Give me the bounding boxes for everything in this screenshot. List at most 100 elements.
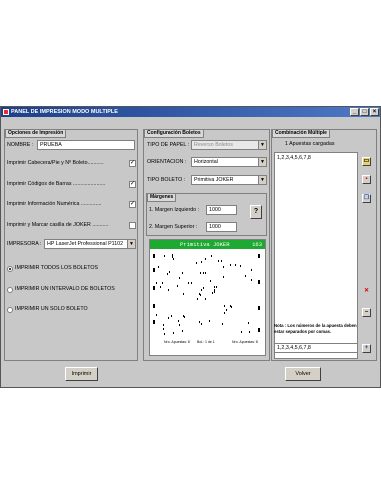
check-label-barras: Imprimir Códigos de Barras .............… <box>7 181 106 187</box>
remove-icon[interactable]: – <box>362 308 371 317</box>
radio-label-intervalo: IMPRIMIR UN INTERVALO DE BOLETOS <box>15 286 115 292</box>
ticket-mark <box>201 261 202 263</box>
minimize-button[interactable]: _ <box>350 108 359 116</box>
app-icon <box>3 109 9 115</box>
apuestas-count: 1 Apuestas cargadas <box>285 141 335 147</box>
imprimir-button[interactable]: Imprimir <box>65 367 98 381</box>
ticket-mark <box>172 254 173 256</box>
ticket-mark <box>191 282 192 284</box>
ticket-mark <box>156 282 157 284</box>
opciones-title: Opciones de Impresión <box>5 129 67 138</box>
ticket-mark <box>171 315 172 317</box>
close-button[interactable]: × <box>370 108 379 116</box>
chevron-down-icon[interactable]: ▼ <box>127 240 135 248</box>
ticket-mark <box>188 282 189 284</box>
ticket-mark <box>158 266 159 268</box>
ticket-mark <box>245 275 246 277</box>
tipo-papel-label: TIPO DE PAPEL : <box>147 142 190 148</box>
ticket-mark <box>230 264 231 266</box>
ticket-bar <box>258 280 260 284</box>
ticket-mark <box>226 309 227 311</box>
ticket-mark <box>184 316 185 318</box>
chevron-down-icon[interactable]: ▼ <box>258 141 266 149</box>
list-item[interactable]: 1,2,3,4,5,6,7,8 <box>277 155 311 162</box>
tipo-boleto-value: Primitiva JOKER <box>194 177 234 183</box>
ticket-mark <box>177 285 178 287</box>
impresora-value: HP LaserJet Professional P1102 <box>47 241 124 247</box>
ticket-mark <box>200 294 201 296</box>
ticket-mark <box>235 264 236 266</box>
chevron-down-icon[interactable]: ▼ <box>258 176 266 184</box>
ticket-mark <box>173 258 174 260</box>
radio-intervalo[interactable] <box>7 287 13 293</box>
ticket-mark <box>224 305 225 307</box>
ticket-mark <box>248 322 249 324</box>
impresora-select[interactable]: HP LaserJet Professional P1102 ▼ <box>44 239 136 249</box>
ticket-mark <box>182 272 183 274</box>
nota-text: Nota : Los números de la apuesta deben e… <box>274 323 357 334</box>
radio-solo[interactable] <box>7 307 13 313</box>
ticket-mark <box>205 272 206 274</box>
ticket-mark <box>201 289 202 291</box>
add-icon[interactable]: + <box>362 344 371 353</box>
help-button[interactable]: ? <box>250 205 262 219</box>
ticket-code: 163 <box>252 241 262 248</box>
ticket-bar <box>153 268 155 272</box>
ticket-mark <box>156 314 157 316</box>
ticket-mark <box>201 323 202 325</box>
ticket-mark <box>169 271 170 273</box>
ticket-mark <box>164 333 165 335</box>
ticket-mark <box>173 332 174 334</box>
ticket-bar <box>153 254 155 258</box>
margen-izq-input[interactable]: 1000 <box>206 205 237 215</box>
window-title: PANEL DE IMPRESION MODO MULTIPLE <box>11 109 118 115</box>
ticket-mark <box>241 331 242 333</box>
radio-todos[interactable] <box>7 266 13 272</box>
apuesta-input[interactable]: 1,2,3,4,5,6,7,8 <box>274 343 358 353</box>
ticket-mark <box>163 328 164 330</box>
delete-icon[interactable]: ✕ <box>362 288 371 297</box>
ticket-header: Primitiva JOKER 163 <box>150 240 265 249</box>
margen-sup-input[interactable]: 1000 <box>206 222 237 232</box>
title-bar: PANEL DE IMPRESION MODO MULTIPLE _ □ × <box>1 107 380 117</box>
ticket-mark <box>199 321 200 323</box>
check-label-numerica: Imprimir Información Numérica ..........… <box>7 201 102 207</box>
ticket-mark <box>221 260 222 262</box>
nombre-input[interactable]: PRUEBA <box>37 140 135 150</box>
ticket-preview: Primitiva JOKER 163 Nro. Apuestas: 8 Bol… <box>149 239 266 356</box>
check-joker[interactable] <box>129 222 136 229</box>
radio-label-solo: IMPRIMIR UN SOLO BOLETO <box>15 306 88 312</box>
ticket-mark <box>199 293 200 295</box>
ticket-mark <box>214 286 215 288</box>
save-icon[interactable]: ▪ <box>362 175 371 184</box>
check-numerica[interactable]: ✓ <box>129 201 136 208</box>
ticket-mark <box>214 291 215 293</box>
ticket-bar <box>153 286 155 290</box>
check-cabecera[interactable]: ✓ <box>129 160 136 167</box>
ticket-mark <box>230 305 231 307</box>
folder-icon[interactable]: ▭ <box>362 157 371 166</box>
config-title: Configuración Boletos <box>144 129 204 138</box>
chevron-down-icon[interactable]: ▼ <box>258 158 266 166</box>
ticket-mark <box>240 265 241 267</box>
tipo-papel-value: Reverso Boletos <box>194 142 233 148</box>
ticket-mark <box>162 282 163 284</box>
ticket-mark <box>251 269 252 271</box>
ticket-name: Primitiva JOKER <box>180 241 230 248</box>
nombre-label: NOMBRE : <box>7 142 34 148</box>
check-barras[interactable]: ✓ <box>129 181 136 188</box>
ticket-mark <box>179 324 180 326</box>
volver-button[interactable]: Volver <box>285 367 321 381</box>
tipo-boleto-select[interactable]: Primitiva JOKER ▼ <box>191 175 267 185</box>
margen-sup-label: 2. Margen Superior : <box>149 224 198 230</box>
maximize-button[interactable]: □ <box>360 108 369 116</box>
ticket-mark <box>200 272 201 274</box>
ticket-mark <box>203 287 204 289</box>
ticket-mark <box>178 320 179 322</box>
ticket-mark <box>231 306 232 308</box>
copy-icon[interactable]: ❐ <box>362 194 371 203</box>
combinacion-title: Combinación Múltiple <box>272 129 330 138</box>
ticket-mark <box>196 262 197 264</box>
tipo-papel-select[interactable]: Reverso Boletos ▼ <box>191 140 267 150</box>
orientacion-select[interactable]: Horizontal ▼ <box>191 157 267 167</box>
